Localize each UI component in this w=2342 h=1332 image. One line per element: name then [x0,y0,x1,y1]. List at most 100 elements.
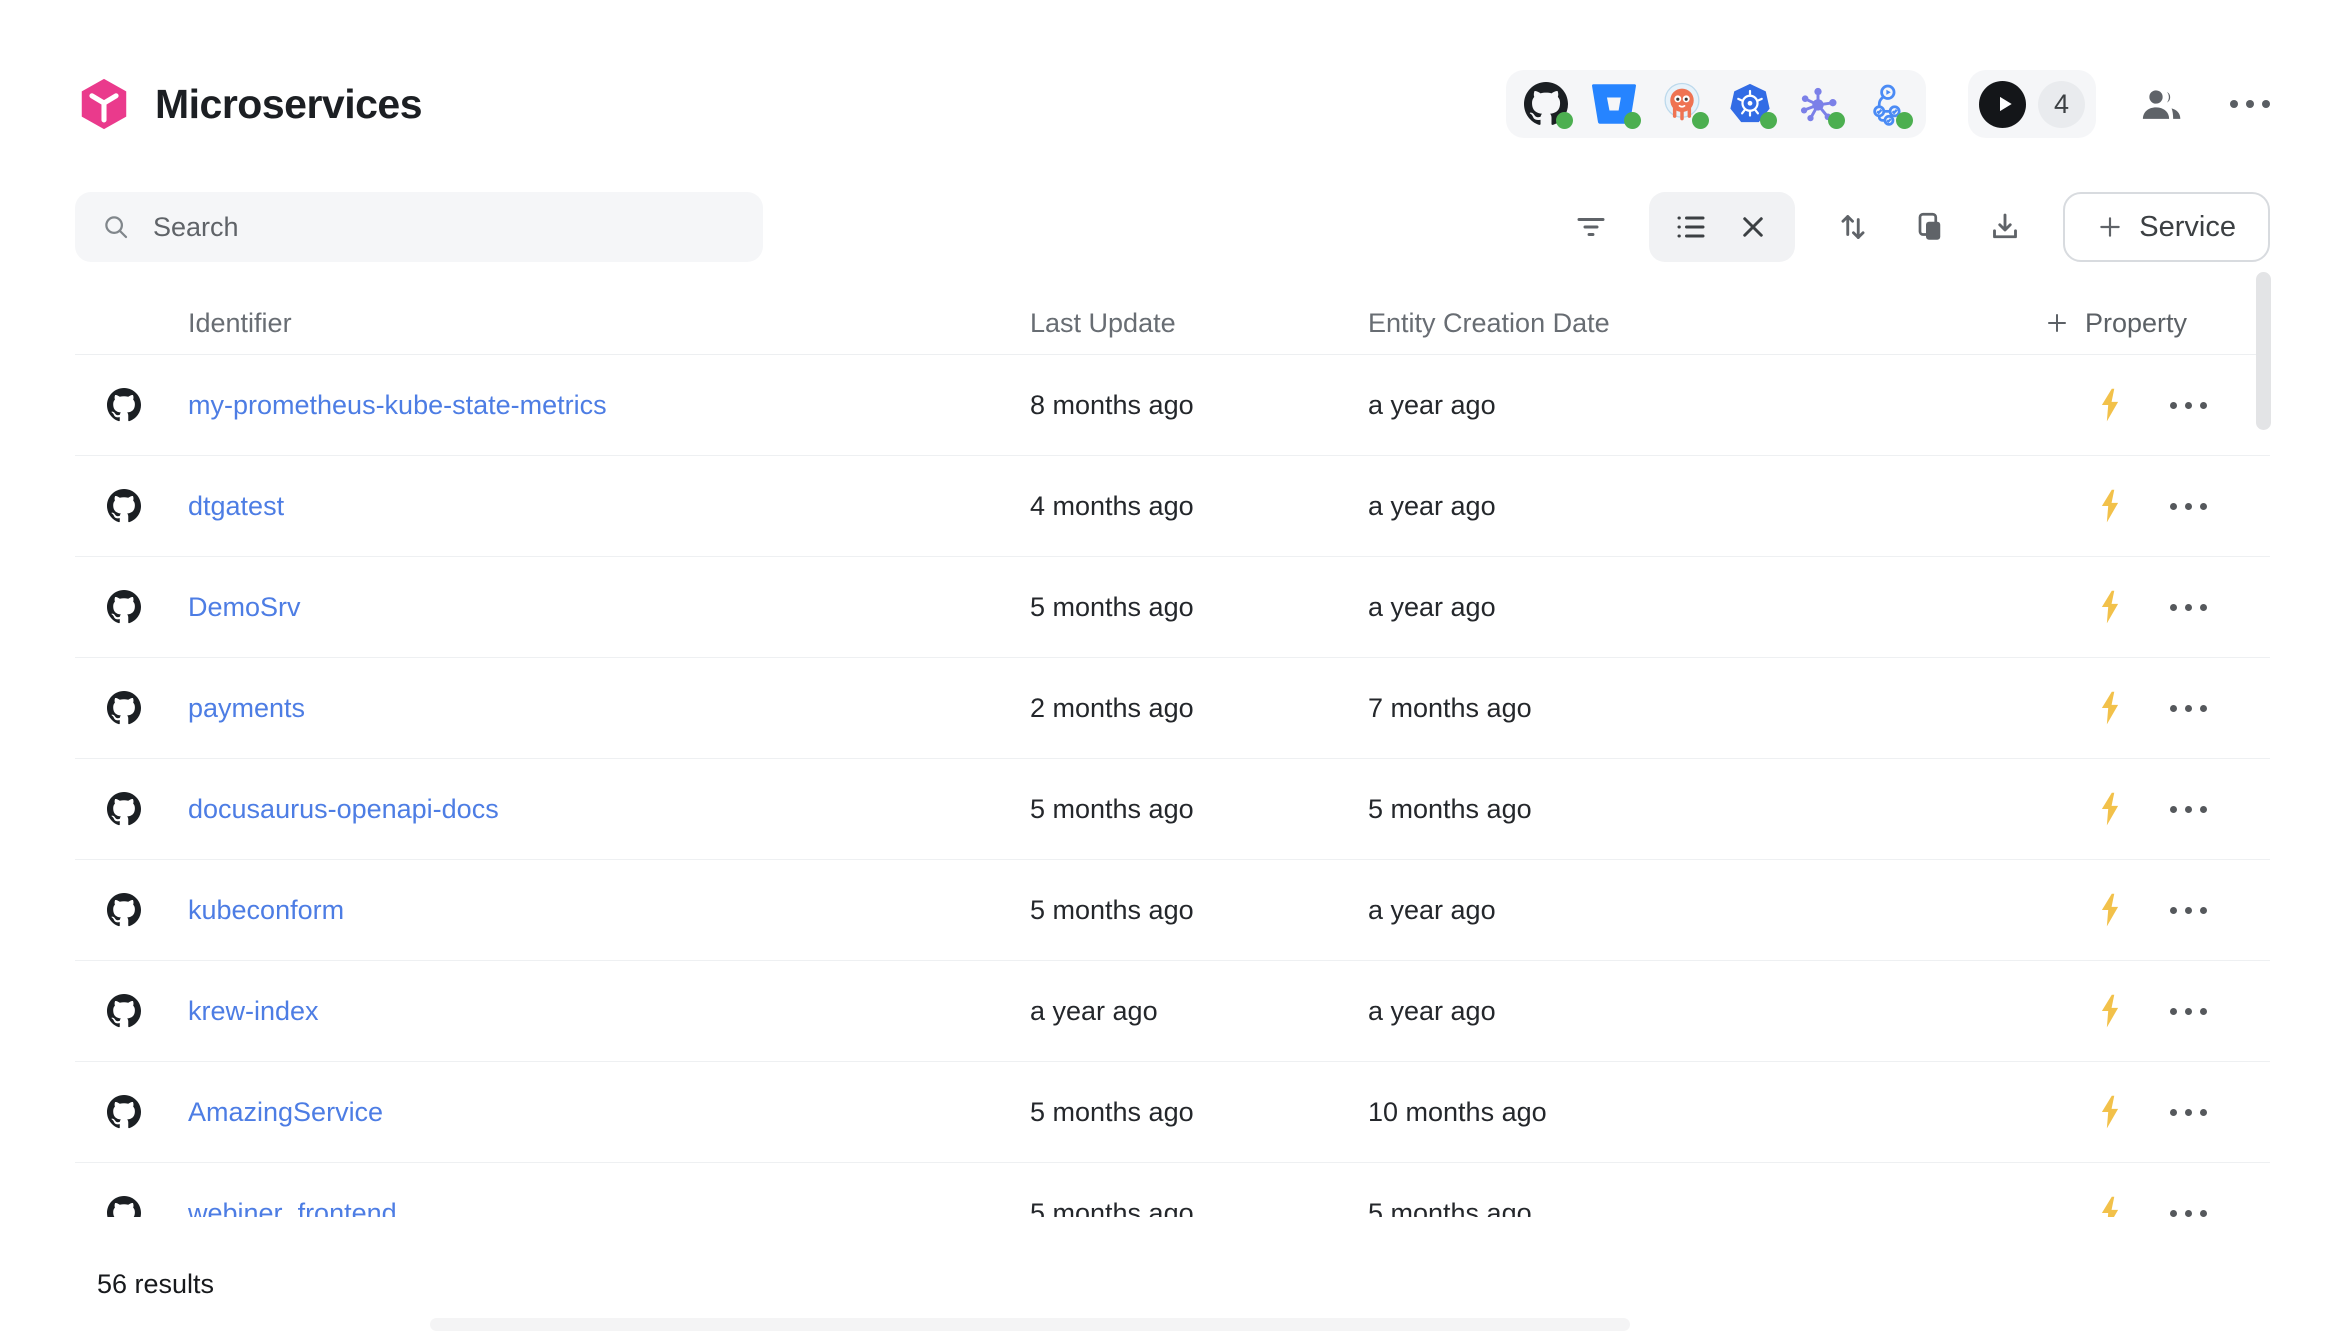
export-button[interactable] [1987,209,2023,245]
last-update-cell: a year ago [1030,996,1368,1027]
copy-icon [1911,209,1947,245]
runs-widget[interactable]: 4 [1968,70,2096,138]
last-update-cell: 4 months ago [1030,491,1368,522]
ellipsis-icon [2170,1008,2207,1015]
clear-view-button[interactable] [1735,209,1771,245]
column-header-entity-creation-date[interactable]: Entity Creation Date [1368,308,2075,339]
argocd-integration-icon[interactable] [1660,82,1704,126]
status-dot [1828,112,1845,129]
github-integration-icon[interactable] [1524,82,1568,126]
scorecard-bolt-icon[interactable] [2096,589,2124,625]
plus-icon [2097,214,2123,240]
entity-creation-date-cell: 7 months ago [1368,693,2075,724]
results-count: 56 results [97,1269,214,1300]
kubernetes-integration-icon[interactable] [1728,82,1772,126]
copy-button[interactable] [1911,209,1947,245]
search-box[interactable] [75,192,763,262]
table-row: webiner_frontend 5 months ago 5 months a… [75,1163,2270,1217]
close-icon [1735,209,1771,245]
row-menu-button[interactable] [2162,394,2215,417]
row-menu-button[interactable] [2162,1000,2215,1023]
add-service-label: Service [2139,211,2236,244]
github-icon [107,792,141,826]
filter-icon [1573,209,1609,245]
column-header-identifier[interactable]: Identifier [188,308,1030,339]
scorecard-bolt-icon[interactable] [2096,892,2124,928]
column-header-last-update[interactable]: Last Update [1030,308,1368,339]
molecule-integration-icon[interactable] [1796,82,1840,126]
identifier-link[interactable]: payments [188,693,1030,724]
add-property-button[interactable]: Property [2045,308,2201,339]
last-update-cell: 8 months ago [1030,390,1368,421]
identifier-link[interactable]: krew-index [188,996,1030,1027]
bitbucket-integration-icon[interactable] [1592,82,1636,126]
sort-arrows-icon [1835,209,1871,245]
users-button[interactable] [2138,83,2188,125]
row-menu-button[interactable] [2162,1101,2215,1124]
scorecard-bolt-icon[interactable] [2096,791,2124,827]
header-actions: 4 [1506,70,2270,138]
identifier-link[interactable]: docusaurus-openapi-docs [188,794,1030,825]
controls-row: Service [75,192,2270,262]
ellipsis-icon [2170,705,2207,712]
filter-button[interactable] [1573,209,1609,245]
integrations-group [1506,70,1926,138]
table-header: Identifier Last Update Entity Creation D… [75,292,2270,355]
brand: Microservices [75,75,422,133]
github-icon [107,1196,141,1217]
row-menu-button[interactable] [2162,596,2215,619]
scorecard-bolt-icon[interactable] [2096,1195,2124,1217]
vertical-scrollbar-thumb[interactable] [2256,272,2271,430]
more-menu-button[interactable] [2230,100,2270,108]
table-row: payments 2 months ago 7 months ago [75,658,2270,759]
identifier-link[interactable]: kubeconform [188,895,1030,926]
table-row: AmazingService 5 months ago 10 months ag… [75,1062,2270,1163]
entity-creation-date-cell: a year ago [1368,592,2075,623]
identifier-link[interactable]: webiner_frontend [188,1198,1030,1218]
page-header: Microservices [75,70,2270,138]
row-menu-button[interactable] [2162,798,2215,821]
last-update-cell: 5 months ago [1030,592,1368,623]
identifier-link[interactable]: dtgatest [188,491,1030,522]
scorecard-bolt-icon[interactable] [2096,387,2124,423]
table-toolbar: Service [1573,192,2270,262]
row-menu-button[interactable] [2162,495,2215,518]
port-logo-icon [75,75,133,133]
entities-table: Identifier Last Update Entity Creation D… [75,292,2270,1217]
last-update-cell: 5 months ago [1030,895,1368,926]
scorecard-bolt-icon[interactable] [2096,488,2124,524]
users-icon [2138,83,2188,125]
sort-button[interactable] [1835,209,1871,245]
identifier-link[interactable]: AmazingService [188,1097,1030,1128]
github-icon [107,691,141,725]
scorecard-bolt-icon[interactable] [2096,1094,2124,1130]
identifier-link[interactable]: my-prometheus-kube-state-metrics [188,390,1030,421]
add-service-button[interactable]: Service [2063,192,2270,262]
ellipsis-icon [2170,1210,2207,1217]
github-icon [107,1095,141,1129]
scorecard-bolt-icon[interactable] [2096,690,2124,726]
play-icon[interactable] [1979,81,2026,128]
row-menu-button[interactable] [2162,697,2215,720]
row-menu-button[interactable] [2162,899,2215,922]
last-update-cell: 5 months ago [1030,1097,1368,1128]
horizontal-scrollbar-thumb[interactable] [430,1318,1630,1331]
workflow-integration-icon[interactable] [1864,82,1908,126]
entity-creation-date-cell: a year ago [1368,895,2075,926]
table-body: my-prometheus-kube-state-metrics 8 month… [75,355,2270,1217]
search-icon [101,212,131,242]
search-input[interactable] [151,211,737,244]
github-icon [107,388,141,422]
ellipsis-icon [2170,806,2207,813]
row-menu-button[interactable] [2162,1202,2215,1218]
entity-creation-date-cell: 5 months ago [1368,1198,2075,1218]
entity-creation-date-cell: 10 months ago [1368,1097,2075,1128]
ellipsis-icon [2170,1109,2207,1116]
table-row: kubeconform 5 months ago a year ago [75,860,2270,961]
identifier-link[interactable]: DemoSrv [188,592,1030,623]
status-dot [1624,112,1641,129]
scorecard-bolt-icon[interactable] [2096,993,2124,1029]
github-icon [107,893,141,927]
list-view-button[interactable] [1673,209,1709,245]
ellipsis-icon [2230,100,2270,108]
